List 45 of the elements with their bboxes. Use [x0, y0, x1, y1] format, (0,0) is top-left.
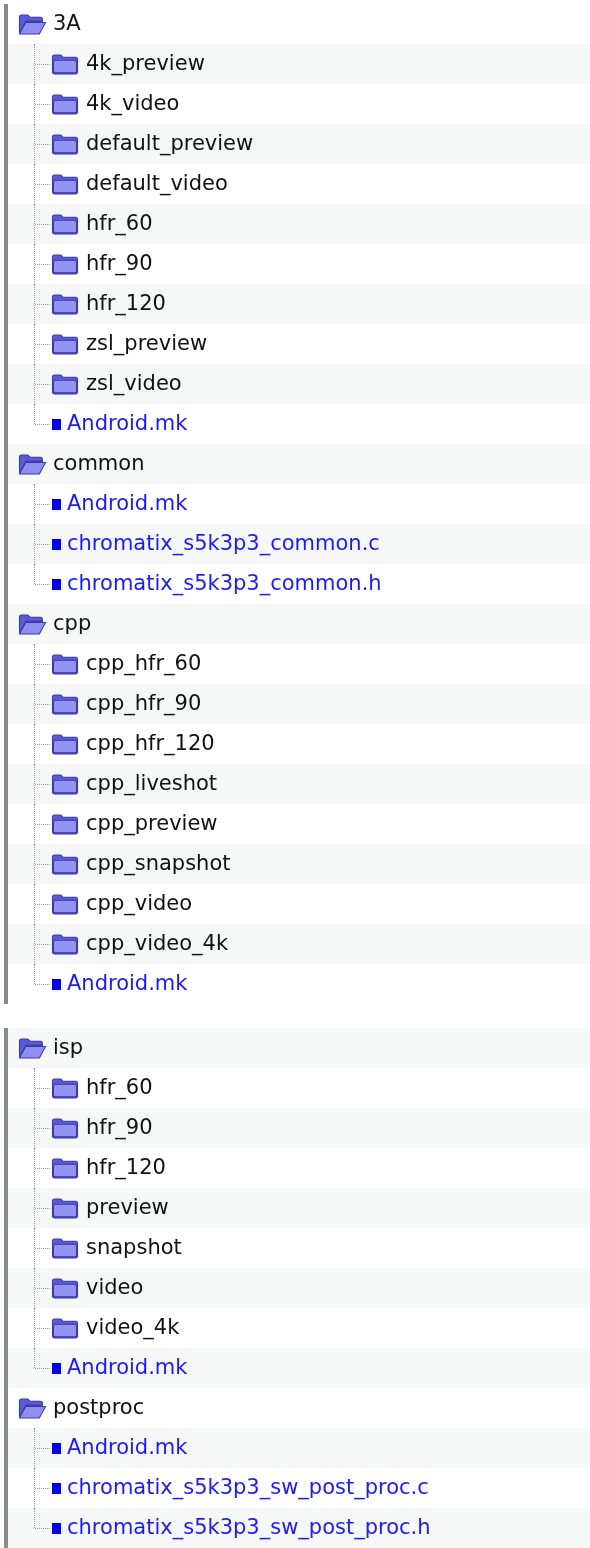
- file-icon: [52, 538, 61, 550]
- file-icon: [52, 1482, 61, 1494]
- folder-name[interactable]: cpp_hfr_90: [86, 691, 202, 717]
- file-icon: [52, 978, 61, 990]
- folder-name[interactable]: hfr_120: [86, 1155, 166, 1181]
- folder-name[interactable]: cpp_video_4k: [86, 931, 229, 957]
- folder-name[interactable]: cpp_hfr_60: [86, 651, 202, 677]
- folder-name[interactable]: cpp_hfr_120: [86, 731, 215, 757]
- file-name[interactable]: Android.mk: [67, 1355, 188, 1381]
- folder-name[interactable]: common: [53, 451, 145, 477]
- folder-name[interactable]: isp: [53, 1035, 84, 1061]
- folder-name[interactable]: hfr_60: [86, 211, 153, 237]
- folder-name[interactable]: hfr_120: [86, 291, 166, 317]
- folder-name[interactable]: 3A: [53, 11, 81, 37]
- file-name[interactable]: Android.mk: [67, 411, 188, 437]
- file-name[interactable]: chromatix_s5k3p3_common.h: [67, 571, 382, 597]
- folder-name[interactable]: cpp: [53, 611, 92, 637]
- folder-name[interactable]: 4k_video: [86, 91, 180, 117]
- folder-name[interactable]: zsl_preview: [86, 331, 208, 357]
- file-icon: [52, 418, 61, 430]
- folder-name[interactable]: video_4k: [86, 1315, 180, 1341]
- file-icon: [52, 1442, 61, 1454]
- folder-name[interactable]: zsl_video: [86, 371, 182, 397]
- folder-name[interactable]: cpp_liveshot: [86, 771, 218, 797]
- file-icon: [52, 578, 61, 590]
- file-name[interactable]: Android.mk: [67, 971, 188, 997]
- folder-name[interactable]: default_video: [86, 171, 228, 197]
- file-icon: [52, 1362, 61, 1374]
- file-name[interactable]: Android.mk: [67, 491, 188, 517]
- folder-name[interactable]: snapshot: [86, 1235, 182, 1261]
- folder-name[interactable]: video: [86, 1275, 144, 1301]
- file-name[interactable]: Android.mk: [67, 1435, 188, 1461]
- folder-name[interactable]: default_preview: [86, 131, 254, 157]
- file-icon: [52, 498, 61, 510]
- folder-name[interactable]: cpp_video: [86, 891, 193, 917]
- folder-name[interactable]: hfr_60: [86, 1075, 153, 1101]
- folder-name[interactable]: hfr_90: [86, 251, 153, 277]
- file-name[interactable]: chromatix_s5k3p3_sw_post_proc.c: [67, 1475, 429, 1501]
- folder-name[interactable]: preview: [86, 1195, 169, 1221]
- folder-name[interactable]: cpp_preview: [86, 811, 218, 837]
- folder-name[interactable]: hfr_90: [86, 1115, 153, 1141]
- folder-name[interactable]: 4k_preview: [86, 51, 205, 77]
- folder-name[interactable]: postproc: [53, 1395, 145, 1421]
- folder-name[interactable]: cpp_snapshot: [86, 851, 231, 877]
- file-icon: [52, 1522, 61, 1534]
